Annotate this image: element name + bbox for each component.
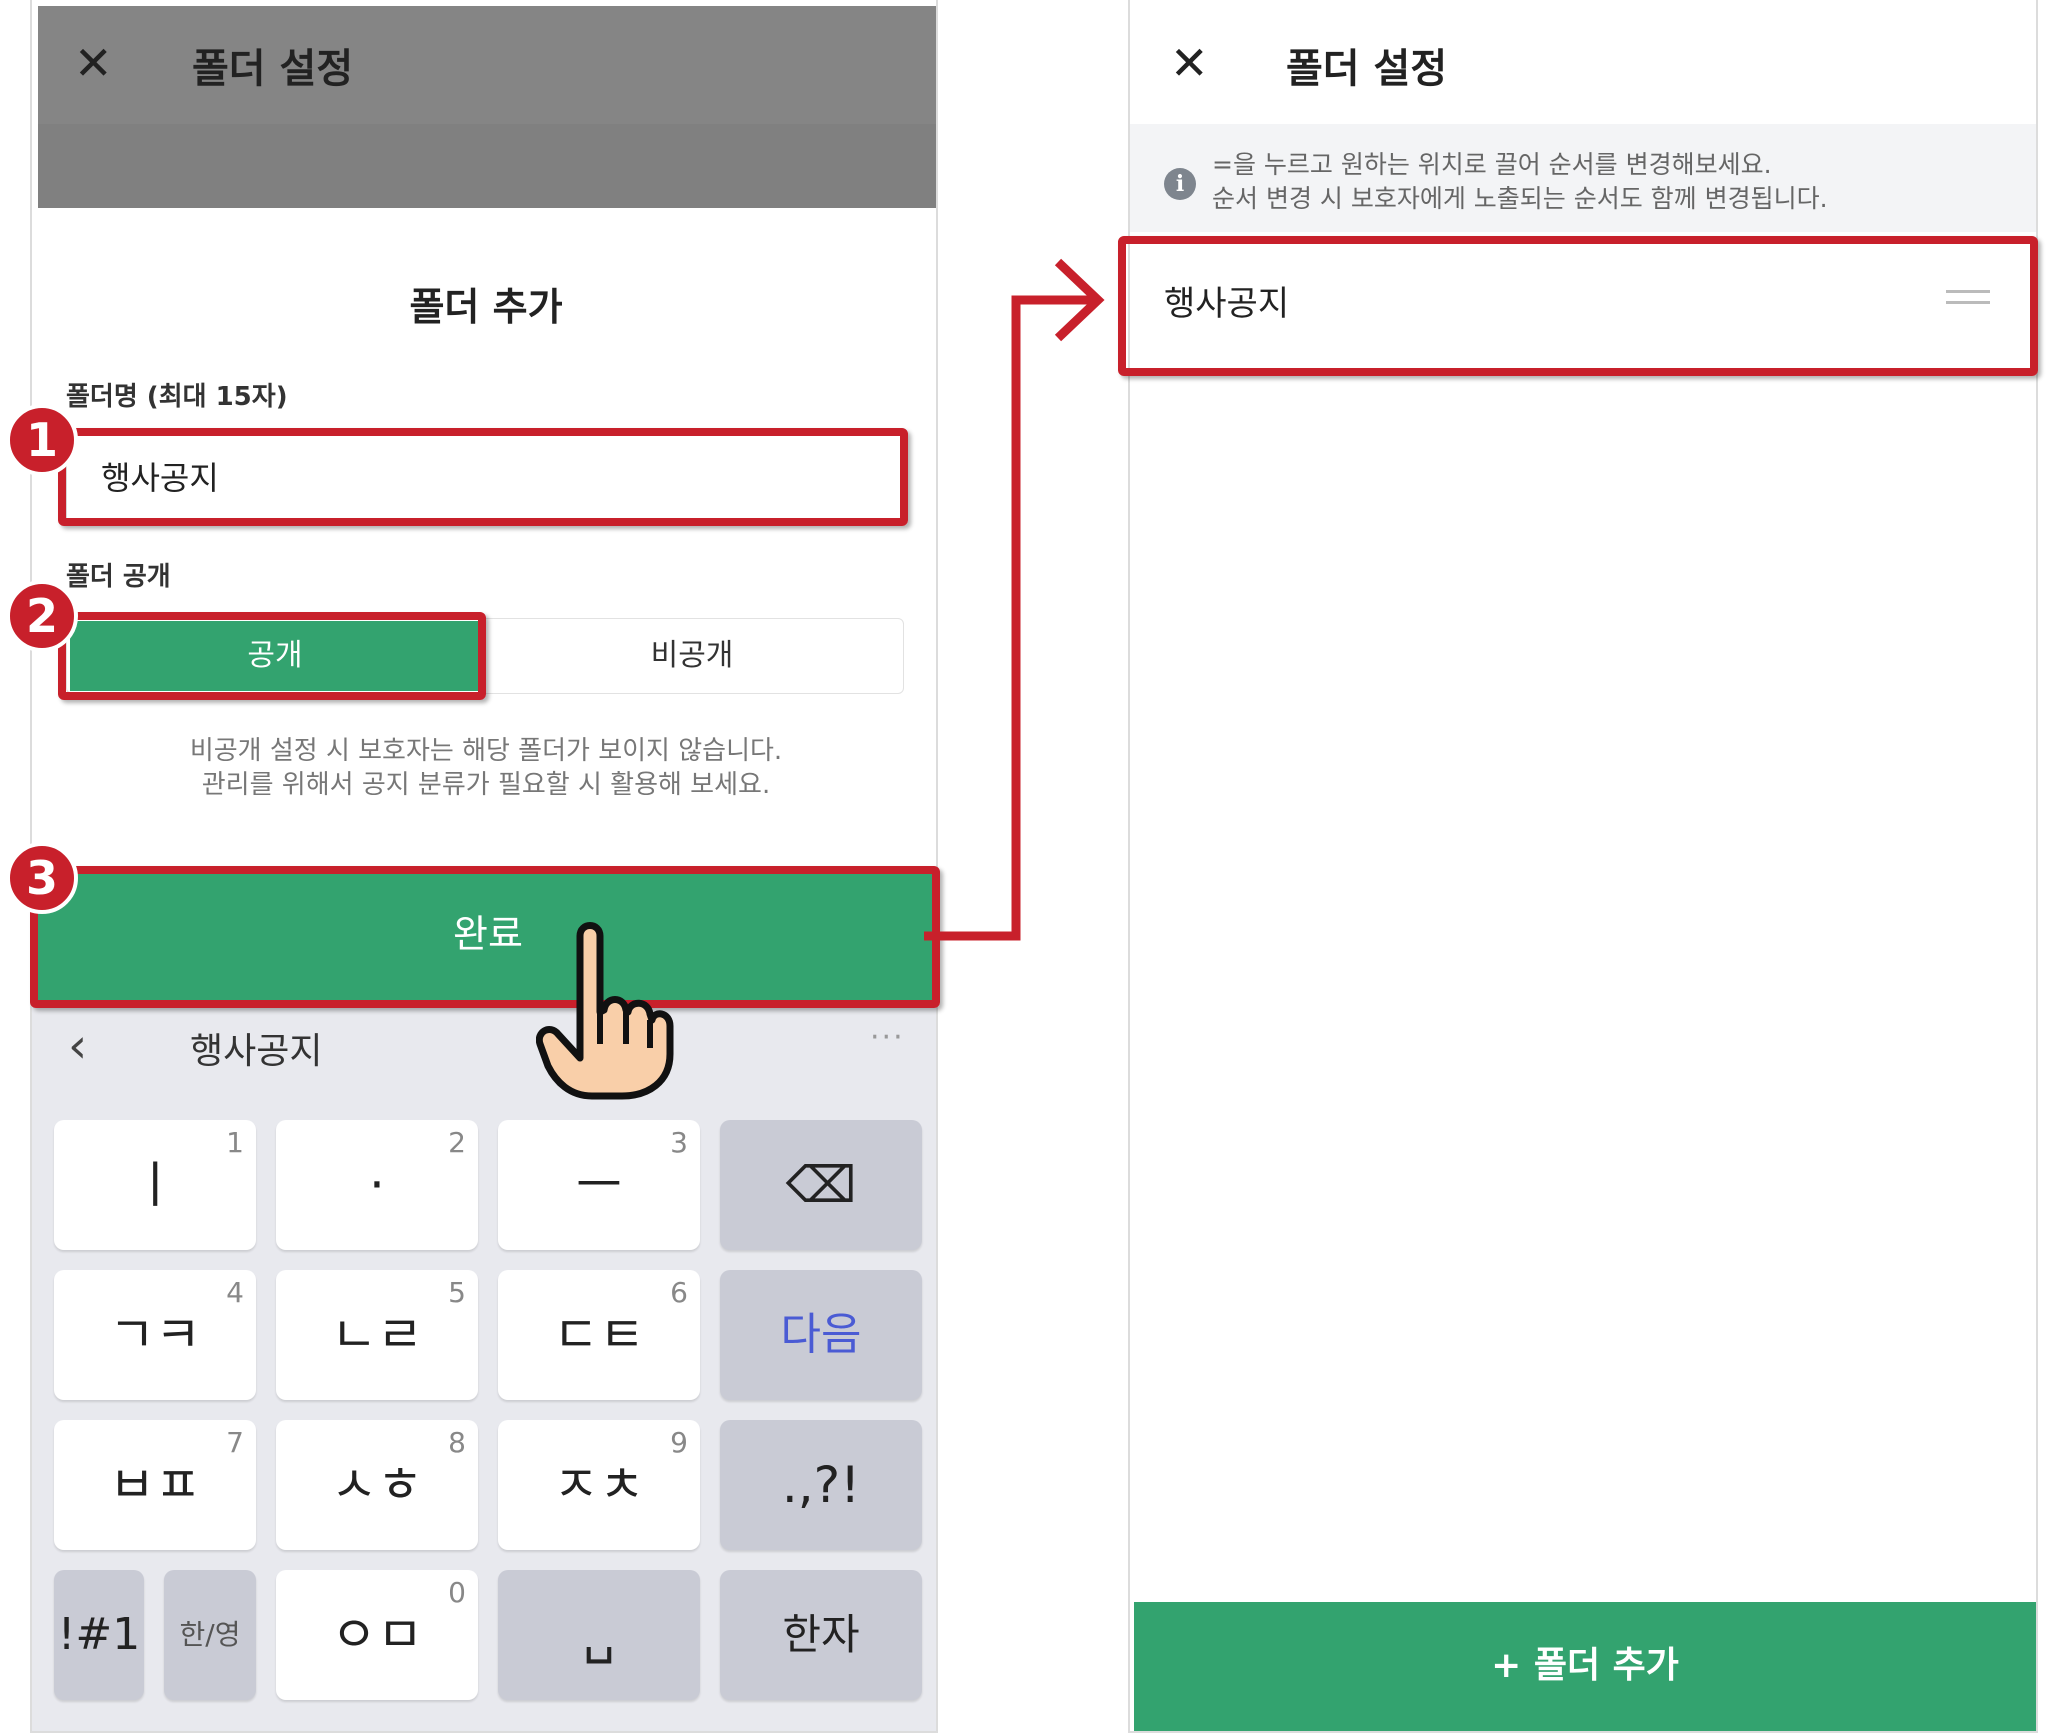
connector-arrow <box>924 258 1105 941</box>
pointing-hand-icon <box>536 922 674 1100</box>
